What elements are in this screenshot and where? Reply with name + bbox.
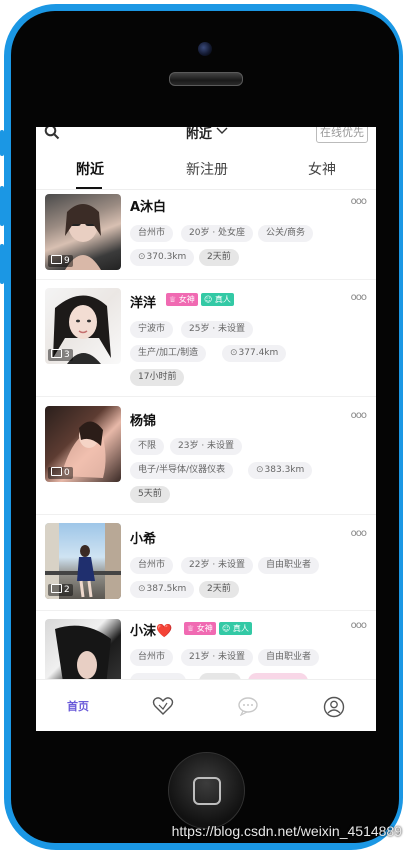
profile-photo[interactable]: 3 <box>45 288 121 364</box>
tag-city: 宁波市 <box>130 321 174 338</box>
tag-distance: ⊙383.3km <box>248 462 313 479</box>
tag-last-active: 17小时前 <box>130 369 185 386</box>
tag-occupation: 自由职业者 <box>258 557 320 574</box>
tab-nearby[interactable]: 附近 <box>76 159 104 179</box>
volume-up-button <box>0 186 4 226</box>
tag-last-active: 5天前 <box>130 486 170 503</box>
tab-new-registered[interactable]: 新注册 <box>186 159 228 179</box>
search-icon[interactable] <box>44 127 60 140</box>
message-bubble-icon[interactable] <box>237 696 259 716</box>
profile-feed[interactable]: 9 A沐白 ooo 台州市 20岁 · 处女座 公关/商务 ⊙370.3km 2… <box>36 190 376 679</box>
location-pin-icon: ⊙ <box>138 252 146 262</box>
photo-count-badge: 9 <box>48 255 73 267</box>
profile-icon[interactable] <box>323 696 345 718</box>
tag-age-sign: 21岁 · 未设置 <box>181 649 254 666</box>
profile-name[interactable]: 杨锦 <box>130 410 156 429</box>
more-options-icon[interactable]: ooo <box>351 620 367 631</box>
location-pin-icon: ⊙ <box>230 348 238 358</box>
tab-goddess[interactable]: 女神 <box>308 159 336 179</box>
profile-photo[interactable]: 0 <box>45 406 121 482</box>
tab-bar: 附近 新注册 女神 <box>36 153 376 190</box>
tag-city: 台州市 <box>130 557 174 574</box>
verified-real-badge: ☺ 真人 <box>219 622 252 635</box>
photo-count-badge: 0 <box>48 467 73 479</box>
tag-city: 台州市 <box>130 649 174 666</box>
tag-distance: ⊙377.4km <box>222 345 287 362</box>
tag-distance: ⊙370.3km <box>130 249 195 266</box>
profile-card[interactable]: 9 A沐白 ooo 台州市 20岁 · 处女座 公关/商务 ⊙370.3km 2… <box>36 190 376 280</box>
watermark-text: https://blog.csdn.net/weixin_4514889 <box>171 823 402 839</box>
tag-age-sign: 23岁 · 未设置 <box>170 438 243 455</box>
tag-age-sign: 25岁 · 未设置 <box>181 321 254 338</box>
heart-emoji: ❤️ <box>156 624 173 639</box>
photo-count-badge: 3 <box>48 349 73 361</box>
profile-name[interactable]: 洋洋 <box>130 292 156 311</box>
profile-card[interactable]: 小沫❤️ ♕ 女神 ☺ 真人 ooo 台州市 21岁 · 未设置 自由职业者 <box>36 610 376 679</box>
tag-city: 不限 <box>130 438 165 455</box>
chevron-down-icon[interactable] <box>216 127 228 136</box>
more-options-icon[interactable]: ooo <box>351 528 367 539</box>
match-heart-icon[interactable] <box>152 696 174 716</box>
more-options-icon[interactable]: ooo <box>351 410 367 421</box>
tag-age-sign: 20岁 · 处女座 <box>181 225 254 242</box>
top-bar: 附近 在线优先 <box>36 127 376 145</box>
more-options-icon[interactable]: ooo <box>351 292 367 303</box>
photo-count-badge: 2 <box>48 584 73 596</box>
online-first-toggle[interactable]: 在线优先 <box>316 127 368 143</box>
profile-card[interactable]: 2 小希 ooo 台州市 22岁 · 未设置 自由职业者 ⊙387.5km 2天… <box>36 514 376 611</box>
tag-distance: ⊙387.5km <box>130 581 195 598</box>
image-icon <box>51 584 62 593</box>
location-pin-icon: ⊙ <box>138 584 146 594</box>
location-pin-icon: ⊙ <box>256 465 264 475</box>
mute-switch <box>0 130 4 156</box>
profile-name[interactable]: 小希 <box>130 528 156 547</box>
bottom-navigation: 首页 <box>36 679 376 731</box>
tag-occupation: 电子/半导体/仪器仪表 <box>130 462 234 479</box>
profile-card[interactable]: 0 杨锦 ooo 不限 23岁 · 未设置 电子/半导体/仪器仪表 ⊙383.3… <box>36 396 376 515</box>
profile-photo[interactable]: 9 <box>45 194 121 270</box>
front-camera <box>198 42 212 56</box>
goddess-badge: ♕ 女神 <box>184 622 216 635</box>
profile-photo[interactable] <box>45 619 121 679</box>
tag-last-active: 2天前 <box>199 249 239 266</box>
profile-card[interactable]: 3 洋洋 ♕ 女神 ☺ 真人 ooo 宁波市 25岁 · 未设置 生产/加工/制… <box>36 279 376 397</box>
profile-photo[interactable]: 2 <box>45 523 121 599</box>
app-screen: 附近 在线优先 附近 新注册 女神 9 A沐白 ooo 台州市 20岁 · 处女… <box>36 127 376 731</box>
verified-real-badge: ☺ 真人 <box>201 293 234 306</box>
goddess-badge: ♕ 女神 <box>166 293 198 306</box>
active-tab-indicator <box>76 187 102 189</box>
volume-down-button <box>0 244 4 284</box>
nav-home-tab[interactable]: 首页 <box>67 698 89 714</box>
tag-occupation: 自由职业者 <box>258 649 320 666</box>
profile-name[interactable]: A沐白 <box>130 196 166 215</box>
more-options-icon[interactable]: ooo <box>351 196 367 207</box>
profile-name[interactable]: 小沫❤️ <box>130 620 172 639</box>
tag-occupation: 生产/加工/制造 <box>130 345 207 362</box>
image-icon <box>51 349 62 358</box>
image-icon <box>51 467 62 476</box>
tag-age-sign: 22岁 · 未设置 <box>181 557 254 574</box>
home-button[interactable] <box>168 752 245 829</box>
image-icon <box>51 255 62 264</box>
earpiece-speaker <box>169 72 243 86</box>
location-filter-label[interactable]: 附近 <box>186 127 212 142</box>
tag-occupation: 公关/商务 <box>258 225 314 242</box>
tag-last-active: 2天前 <box>199 581 239 598</box>
tag-city: 台州市 <box>130 225 174 242</box>
